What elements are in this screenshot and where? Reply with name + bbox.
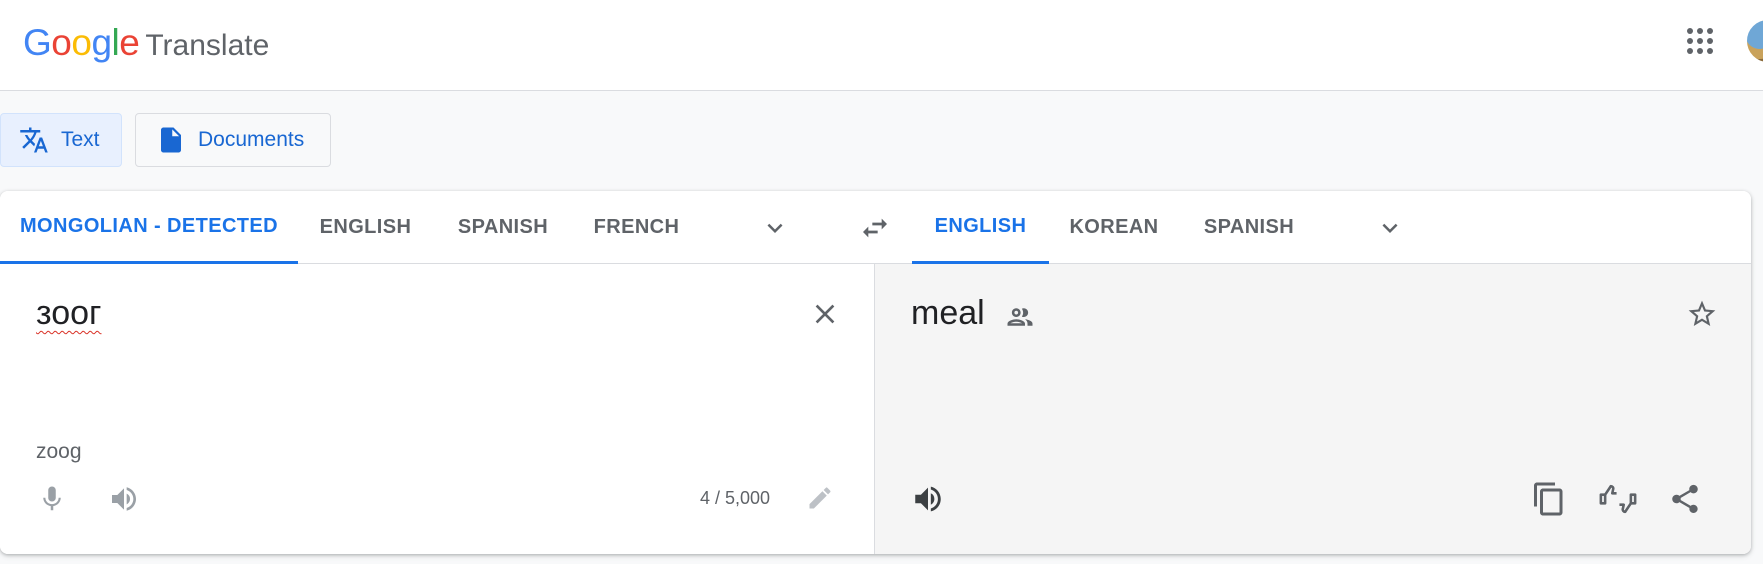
logo-letter: e: [119, 22, 140, 63]
google-translate-logo[interactable]: Google Translate: [23, 20, 269, 66]
product-name: Translate: [145, 29, 270, 62]
account-avatar[interactable]: [1745, 18, 1763, 64]
clear-source-close-icon[interactable]: [809, 298, 841, 330]
share-icon[interactable]: [1668, 481, 1702, 517]
source-listen-speaker-icon[interactable]: [107, 483, 141, 515]
rate-translation-thumbs-icon[interactable]: [1598, 481, 1638, 517]
copy-translation-icon[interactable]: [1531, 481, 1567, 517]
logo-letter: G: [23, 22, 52, 63]
text-mode-button[interactable]: Text: [0, 113, 122, 167]
target-lang-tab-spanish[interactable]: SPANISH: [1179, 191, 1319, 264]
documents-mode-label: Documents: [198, 128, 305, 151]
text-mode-label: Text: [61, 128, 100, 151]
edit-pencil-icon[interactable]: [806, 484, 834, 512]
logo-letter: o: [51, 22, 72, 63]
translation-output: meal: [911, 294, 985, 332]
google-wordmark: Google: [23, 20, 140, 66]
source-pane: зоог zoog 4 / 5,000: [0, 264, 875, 554]
source-lang-tab-spanish[interactable]: SPANISH: [433, 191, 573, 264]
target-pane: meal: [875, 264, 1751, 554]
source-lang-tab-detected[interactable]: MONGOLIAN - DETECTED: [0, 191, 298, 264]
app-header: Google Translate: [0, 0, 1763, 91]
translation-card: MONGOLIAN - DETECTED ENGLISH SPANISH FRE…: [0, 191, 1751, 554]
logo-letter: g: [91, 22, 112, 63]
source-lang-tab-french[interactable]: FRENCH: [573, 191, 700, 264]
character-count: 4 / 5,000: [700, 488, 771, 508]
source-lang-tab-english[interactable]: ENGLISH: [298, 191, 433, 264]
microphone-icon[interactable]: [37, 482, 67, 516]
document-icon: [156, 125, 186, 155]
target-lang-tab-english[interactable]: ENGLISH: [912, 191, 1049, 264]
community-verified-people-icon[interactable]: [1002, 302, 1038, 332]
source-more-languages-chevron-down-icon[interactable]: [760, 213, 790, 243]
documents-mode-button[interactable]: Documents: [135, 113, 331, 167]
apps-grid-icon[interactable]: [1686, 27, 1714, 55]
language-bar: MONGOLIAN - DETECTED ENGLISH SPANISH FRE…: [0, 191, 1751, 264]
target-more-languages-chevron-down-icon[interactable]: [1375, 213, 1405, 243]
swap-languages-icon[interactable]: [859, 212, 891, 244]
source-transliteration: zoog: [36, 440, 82, 463]
source-text-input[interactable]: зоог: [36, 294, 101, 333]
save-translation-star-icon[interactable]: [1686, 298, 1718, 330]
translate-icon: [19, 125, 49, 155]
target-lang-tab-korean[interactable]: KOREAN: [1049, 191, 1179, 264]
logo-letter: o: [71, 22, 92, 63]
target-listen-speaker-icon[interactable]: [911, 482, 945, 516]
